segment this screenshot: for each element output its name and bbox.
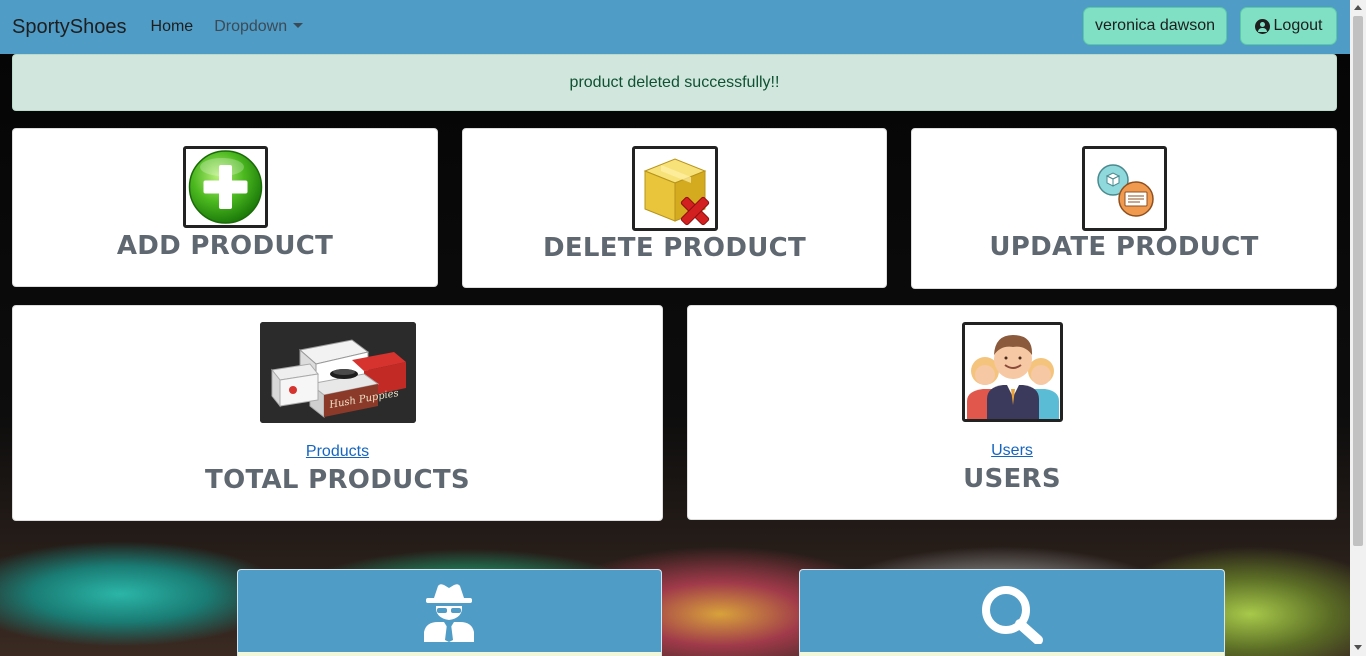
users-group-icon [965,325,1060,419]
brand-logo[interactable]: SportyShoes [12,16,127,39]
delete-product-icon-box[interactable] [632,146,718,231]
nav-dropdown-label: Dropdown [214,18,288,35]
spy-icon [424,584,474,642]
add-product-icon-box[interactable] [183,146,268,228]
nav-home-link[interactable]: Home [151,18,194,36]
spy-card-strip [238,652,661,656]
update-product-title: UPDATE PRODUCT [989,232,1259,262]
search-card-strip [800,652,1224,656]
users-title: USERS [963,464,1061,494]
products-link[interactable]: Products [13,443,662,461]
add-product-title: ADD PRODUCT [116,231,334,261]
total-products-title: TOTAL PRODUCTS [205,465,470,495]
vertical-scrollbar[interactable] [1350,0,1366,656]
scroll-up-arrow-icon[interactable] [1354,5,1362,10]
add-plus-icon [188,150,263,224]
success-alert: product deleted successfully!! [12,54,1337,111]
box-update-icon [1097,164,1154,217]
delete-product-card[interactable]: DELETE PRODUCT [462,128,887,288]
user-name-label: veronica dawson [1094,17,1216,34]
logout-button[interactable]: Logout [1240,7,1337,45]
delete-product-title: DELETE PRODUCT [542,233,807,263]
search-icon [982,586,1043,644]
add-product-card[interactable]: ADD PRODUCT [12,128,438,287]
nav-dropdown-toggle[interactable]: Dropdown [214,18,304,36]
spy-card[interactable] [237,569,662,656]
users-icon-box[interactable] [962,322,1063,422]
navbar: SportyShoes Home Dropdown veronica dawso… [0,0,1350,54]
search-card[interactable] [799,569,1225,656]
shoe-boxes-illustration: Hush Puppies [260,322,416,423]
logout-label: Logout [1273,17,1323,34]
update-product-card[interactable]: UPDATE PRODUCT [911,128,1337,289]
total-products-card: Hush Puppies Products TOTAL PRODUCTS [12,305,663,521]
users-link[interactable]: Users [688,442,1336,460]
box-delete-icon [643,158,710,226]
update-product-icon-box[interactable] [1082,146,1167,231]
user-circle-icon [1254,18,1270,34]
shoe-boxes-image[interactable]: Hush Puppies [260,322,416,423]
scroll-down-arrow-icon[interactable] [1354,645,1362,650]
scroll-thumb[interactable] [1353,16,1363,546]
caret-down-icon [293,23,304,28]
user-name-button[interactable]: veronica dawson [1083,7,1227,45]
alert-message: product deleted successfully!! [569,73,780,91]
users-card: Users USERS [687,305,1337,520]
